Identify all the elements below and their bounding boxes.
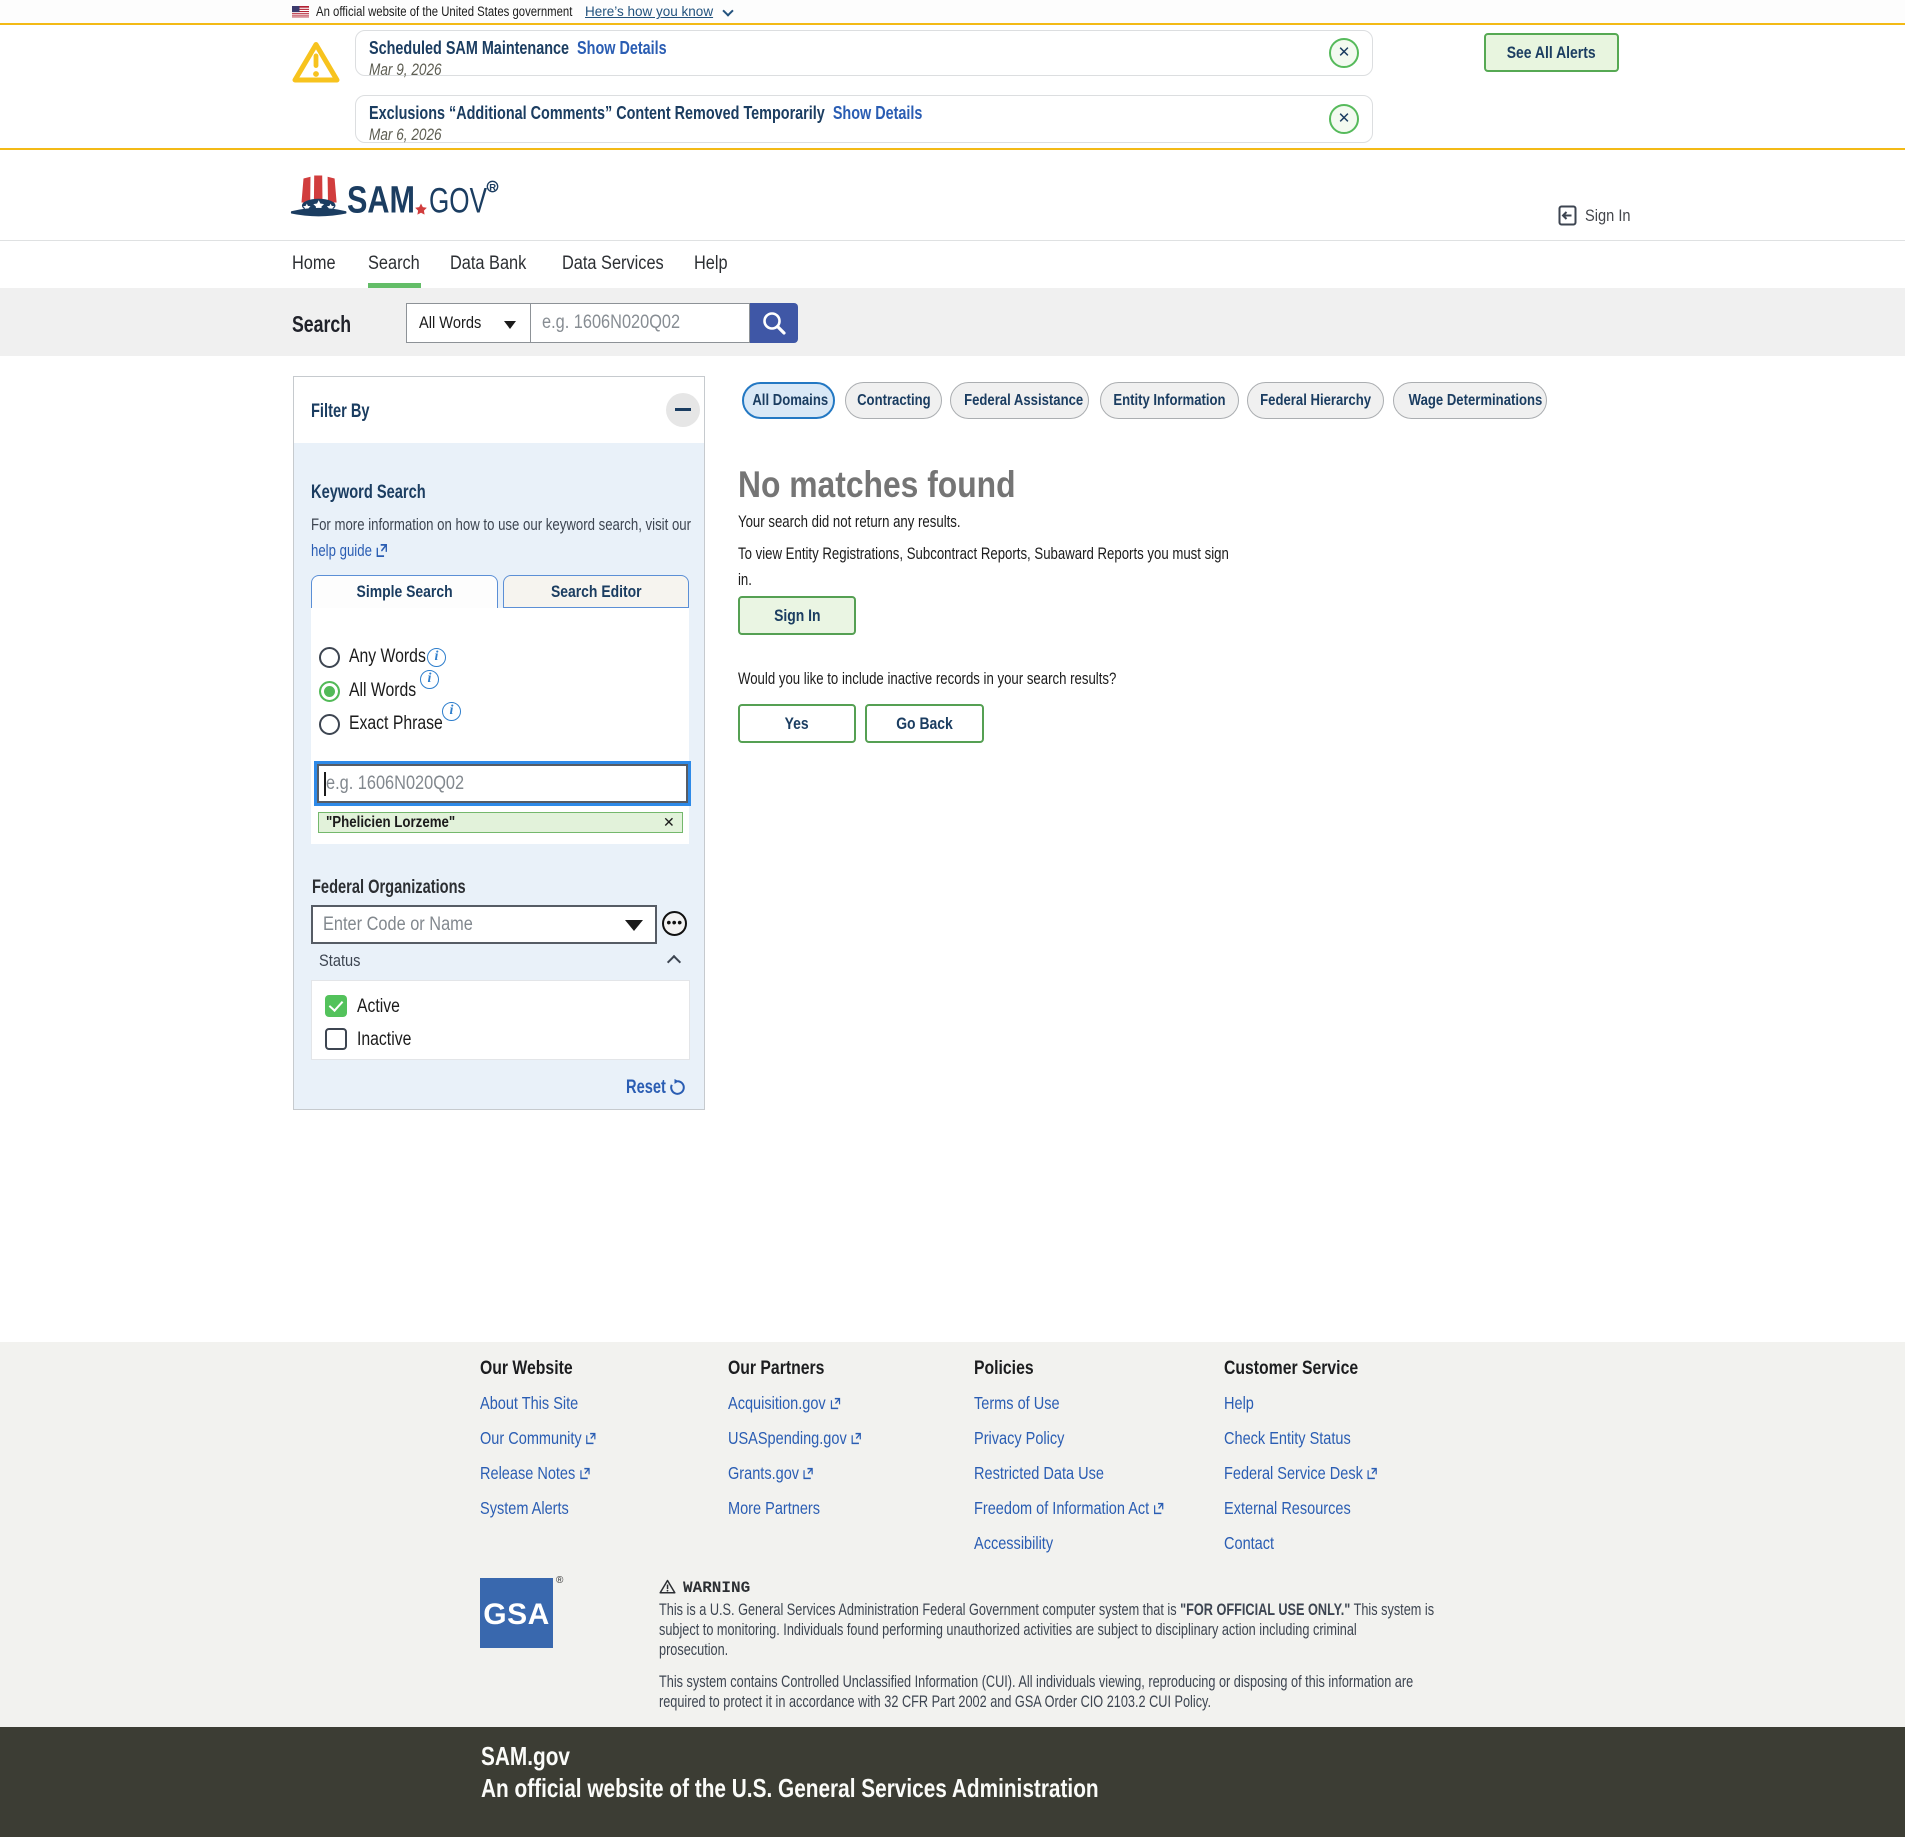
svg-text:SAM: SAM <box>347 180 415 221</box>
svg-text:GOV: GOV <box>429 182 487 221</box>
svg-text:R: R <box>489 182 496 193</box>
